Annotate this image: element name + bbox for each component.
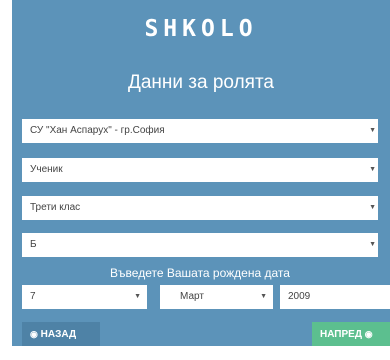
school-select[interactable]: СУ "Хан Аспарух" - гр.София ▼ xyxy=(22,119,378,143)
birth-year-value: 2009 xyxy=(288,291,311,302)
back-circle-icon: ◉ xyxy=(30,329,38,339)
shkolo-logo: SHKOLO xyxy=(144,16,258,42)
class-select-value: Трети клас xyxy=(30,202,81,213)
birth-year-select[interactable]: 2009 xyxy=(280,285,390,309)
next-circle-icon: ◉ xyxy=(364,329,373,339)
birth-date-label: Въведете Вашата рождена дата xyxy=(110,266,290,280)
birth-day-value: 7 xyxy=(30,291,36,302)
next-button-label: НАПРЕД xyxy=(320,329,362,340)
page-title: Данни за ролята xyxy=(127,72,275,93)
chevron-down-icon: ▼ xyxy=(369,166,376,173)
role-select[interactable]: Ученик ▼ xyxy=(22,158,378,182)
chevron-down-icon: ▼ xyxy=(260,293,267,300)
birth-day-select[interactable]: 7 ▼ xyxy=(22,285,147,309)
birth-month-value: Март xyxy=(180,291,204,302)
chevron-down-icon: ▼ xyxy=(134,293,141,300)
back-button[interactable]: ◉ НАЗАД xyxy=(22,322,100,346)
birth-month-select[interactable]: Март ▼ xyxy=(160,285,273,309)
class-select[interactable]: Трети клас ▼ xyxy=(22,196,378,220)
chevron-down-icon: ▼ xyxy=(369,127,376,134)
back-button-label: НАЗАД xyxy=(40,329,77,340)
section-select-value: Б xyxy=(30,239,37,250)
role-select-value: Ученик xyxy=(30,164,63,175)
school-select-value: СУ "Хан Аспарух" - гр.София xyxy=(30,125,165,136)
chevron-down-icon: ▼ xyxy=(369,241,376,248)
chevron-down-icon: ▼ xyxy=(369,204,376,211)
next-button[interactable]: НАПРЕД ◉ xyxy=(312,322,390,346)
section-select[interactable]: Б ▼ xyxy=(22,233,378,257)
